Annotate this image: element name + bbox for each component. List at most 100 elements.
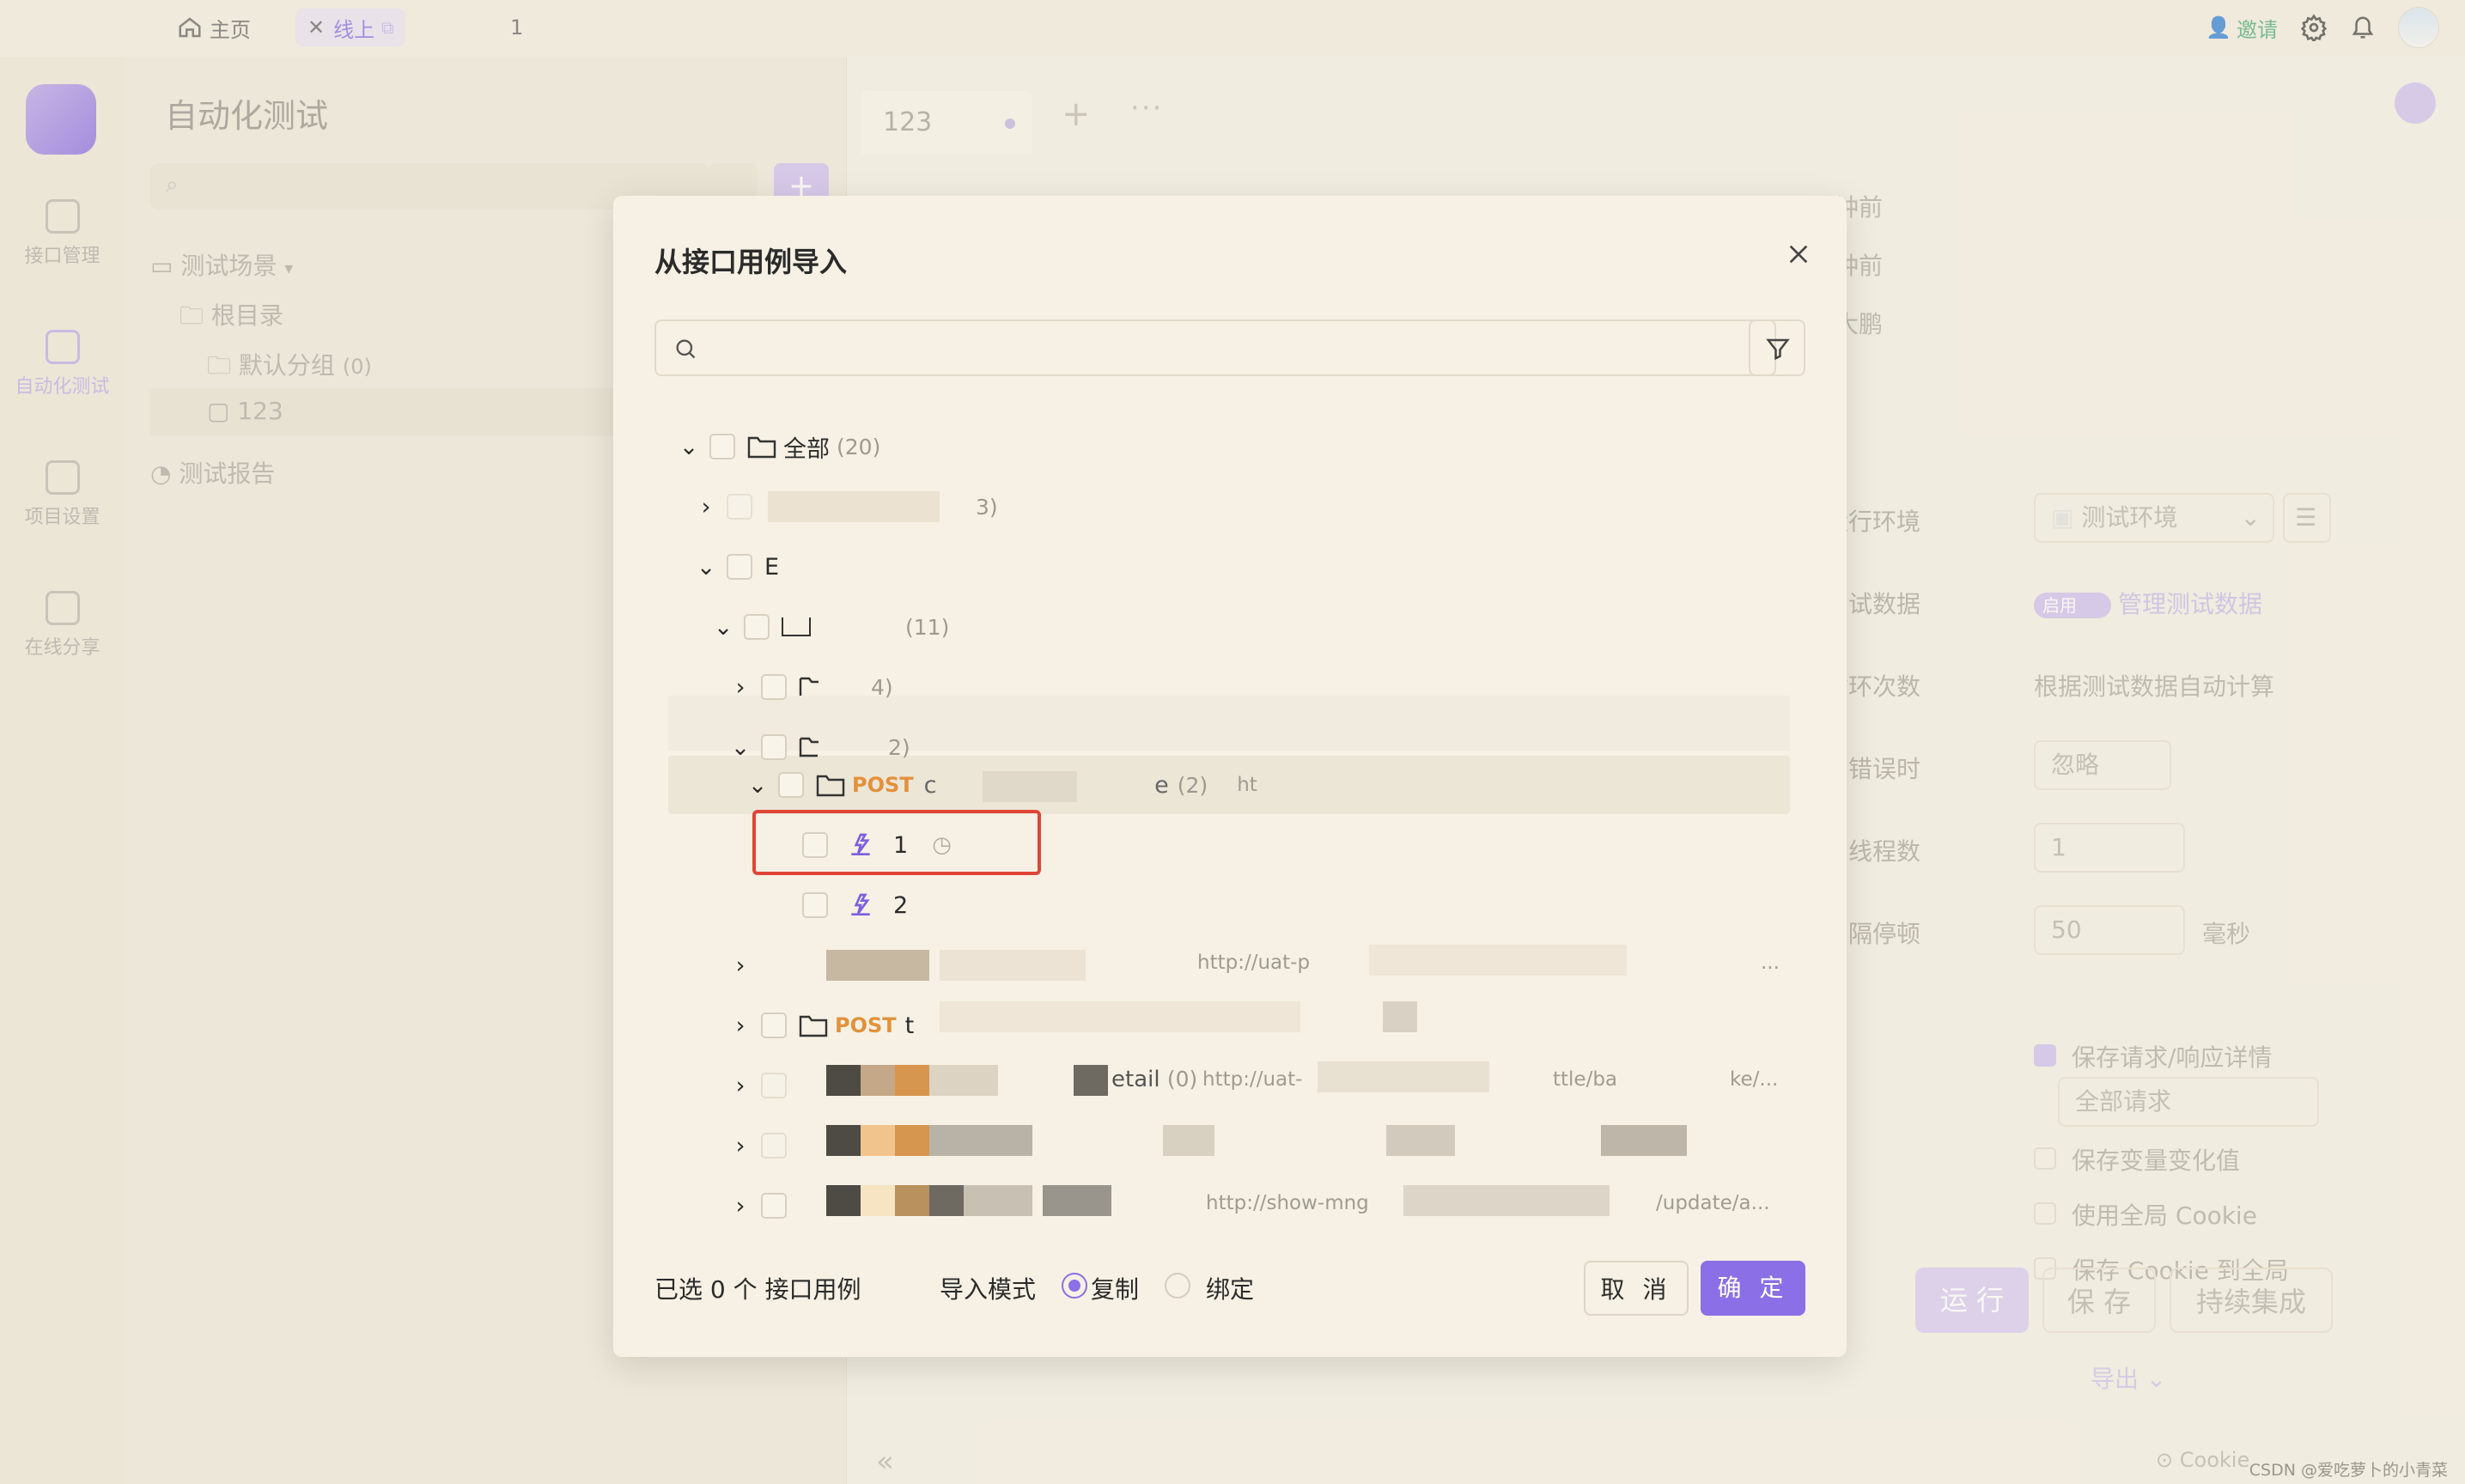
tree-row[interactable]: › [730,941,751,989]
method-badge: POST [852,773,914,797]
tree-row[interactable]: ⌄ (11) [713,603,950,651]
redacted-block [1403,1185,1610,1216]
tree-row[interactable]: › 4) [730,663,893,711]
redacted-block [964,1185,1032,1216]
method-badge: POST [835,1013,897,1037]
redacted-block [1369,945,1627,976]
import-mode-label: 导入模式 [940,1275,1037,1304]
checkbox[interactable] [761,674,787,700]
chevron-right-icon[interactable]: › [730,674,751,701]
checkbox[interactable] [727,554,752,580]
tree-row[interactable]: › POST t [730,1001,915,1049]
redacted-block [768,491,940,522]
chevron-down-icon[interactable]: ⌄ [679,434,699,460]
chevron-down-icon[interactable]: ⌄ [730,734,751,761]
tree-label: e [1154,771,1169,799]
checkbox[interactable] [761,1013,787,1038]
checkbox[interactable] [744,614,770,640]
tree-url: ke/... [1730,1068,1779,1091]
redacted-block [1043,1185,1111,1216]
redacted-block [983,771,1077,802]
modal-title: 从接口用例导入 [654,246,848,278]
checkbox[interactable] [727,494,752,520]
tree-count: 4) [871,674,893,700]
redacted-block [1601,1125,1687,1156]
search-input[interactable] [708,330,1742,368]
radio-copy[interactable] [1062,1273,1087,1298]
chevron-right-icon[interactable]: › [730,1073,751,1099]
folder-icon [747,436,776,459]
filter-button[interactable] [1749,319,1805,376]
tree-label: c [923,771,937,799]
redacted-block [826,1185,861,1216]
folder-icon [816,775,845,797]
folder-icon [782,617,811,636]
tree-label: etail (0) [1111,1067,1198,1092]
tree-count: 2) [888,734,910,760]
checkbox[interactable] [761,734,787,760]
confirm-button[interactable]: 确 定 [1701,1261,1805,1316]
radio-bind[interactable] [1165,1273,1190,1298]
search-input-wrap [654,319,1776,376]
tree-count: 3) [976,494,998,520]
tree-url: http://uat- [1202,1068,1303,1091]
tree-row[interactable]: ⌄ E [696,543,779,591]
redacted-block [895,1125,929,1156]
redacted-block [1163,1125,1214,1156]
redacted-block [1386,1125,1455,1156]
redacted-block [826,1125,861,1156]
tree-row[interactable]: › [730,1182,787,1230]
redacted-block [929,1125,1032,1156]
chevron-down-icon[interactable]: ⌄ [713,614,733,641]
chevron-right-icon[interactable]: › [730,1133,751,1159]
checkbox[interactable] [709,434,735,459]
redacted-block [1383,1001,1417,1032]
tree-row-root[interactable]: ⌄ 全部 (20) [679,423,881,471]
redacted-block [895,1185,929,1216]
redacted-block [861,1125,895,1156]
tree-count: (11) [905,614,950,640]
tree-count: (2) [1177,772,1208,798]
redacted-block [929,1065,998,1096]
case-icon [851,893,870,915]
tree-label: t [904,1012,915,1039]
checkbox[interactable] [802,892,828,918]
radio-copy-label[interactable]: 复制 [1091,1271,1139,1305]
chevron-right-icon[interactable]: › [730,1193,751,1219]
tree-label: E [764,553,780,581]
case-row-2[interactable]: 2 [802,881,908,929]
redacted-block [929,1185,964,1216]
chevron-down-icon[interactable]: ⌄ [696,554,716,581]
tree-url: ttle/ba [1553,1068,1618,1091]
redacted-block [826,950,929,981]
chevron-right-icon[interactable]: › [696,494,716,520]
redacted-block [940,1001,1300,1032]
close-icon[interactable] [1785,240,1812,268]
redacted-block [1318,1061,1489,1092]
checkbox[interactable] [761,1193,787,1219]
redacted-block [940,950,1086,981]
folder-icon [799,677,819,696]
checkbox[interactable] [778,772,804,798]
tree-url: /update/a... [1656,1192,1770,1214]
redacted-block [1074,1065,1108,1096]
redacted-block [861,1065,895,1096]
cancel-button[interactable]: 取 消 [1584,1261,1689,1316]
chevron-right-icon[interactable]: › [730,1013,751,1039]
chevron-right-icon[interactable]: › [730,952,751,979]
checkbox[interactable] [761,1133,787,1159]
folder-open-icon [799,737,819,757]
import-modal: 从接口用例导入 ⌄ 全部 (20) › 3) ⌄ E ⌄ (11) › 4) ⌄… [613,196,1847,1357]
chevron-down-icon[interactable]: ⌄ [747,772,768,799]
tree-row[interactable]: › [730,1122,787,1170]
tree-url: http://uat-p [1197,952,1311,974]
case-label: 2 [893,891,909,919]
radio-bind-label[interactable]: 绑定 [1206,1271,1254,1305]
tree-label: 全部 [783,435,830,463]
tree-url: ht [1237,774,1257,796]
search-icon [676,339,696,359]
tree-url-ellipsis: ... [1761,952,1780,974]
checkbox[interactable] [761,1073,787,1098]
tree-row[interactable]: › [730,1061,787,1110]
redacted-block [826,1065,861,1096]
